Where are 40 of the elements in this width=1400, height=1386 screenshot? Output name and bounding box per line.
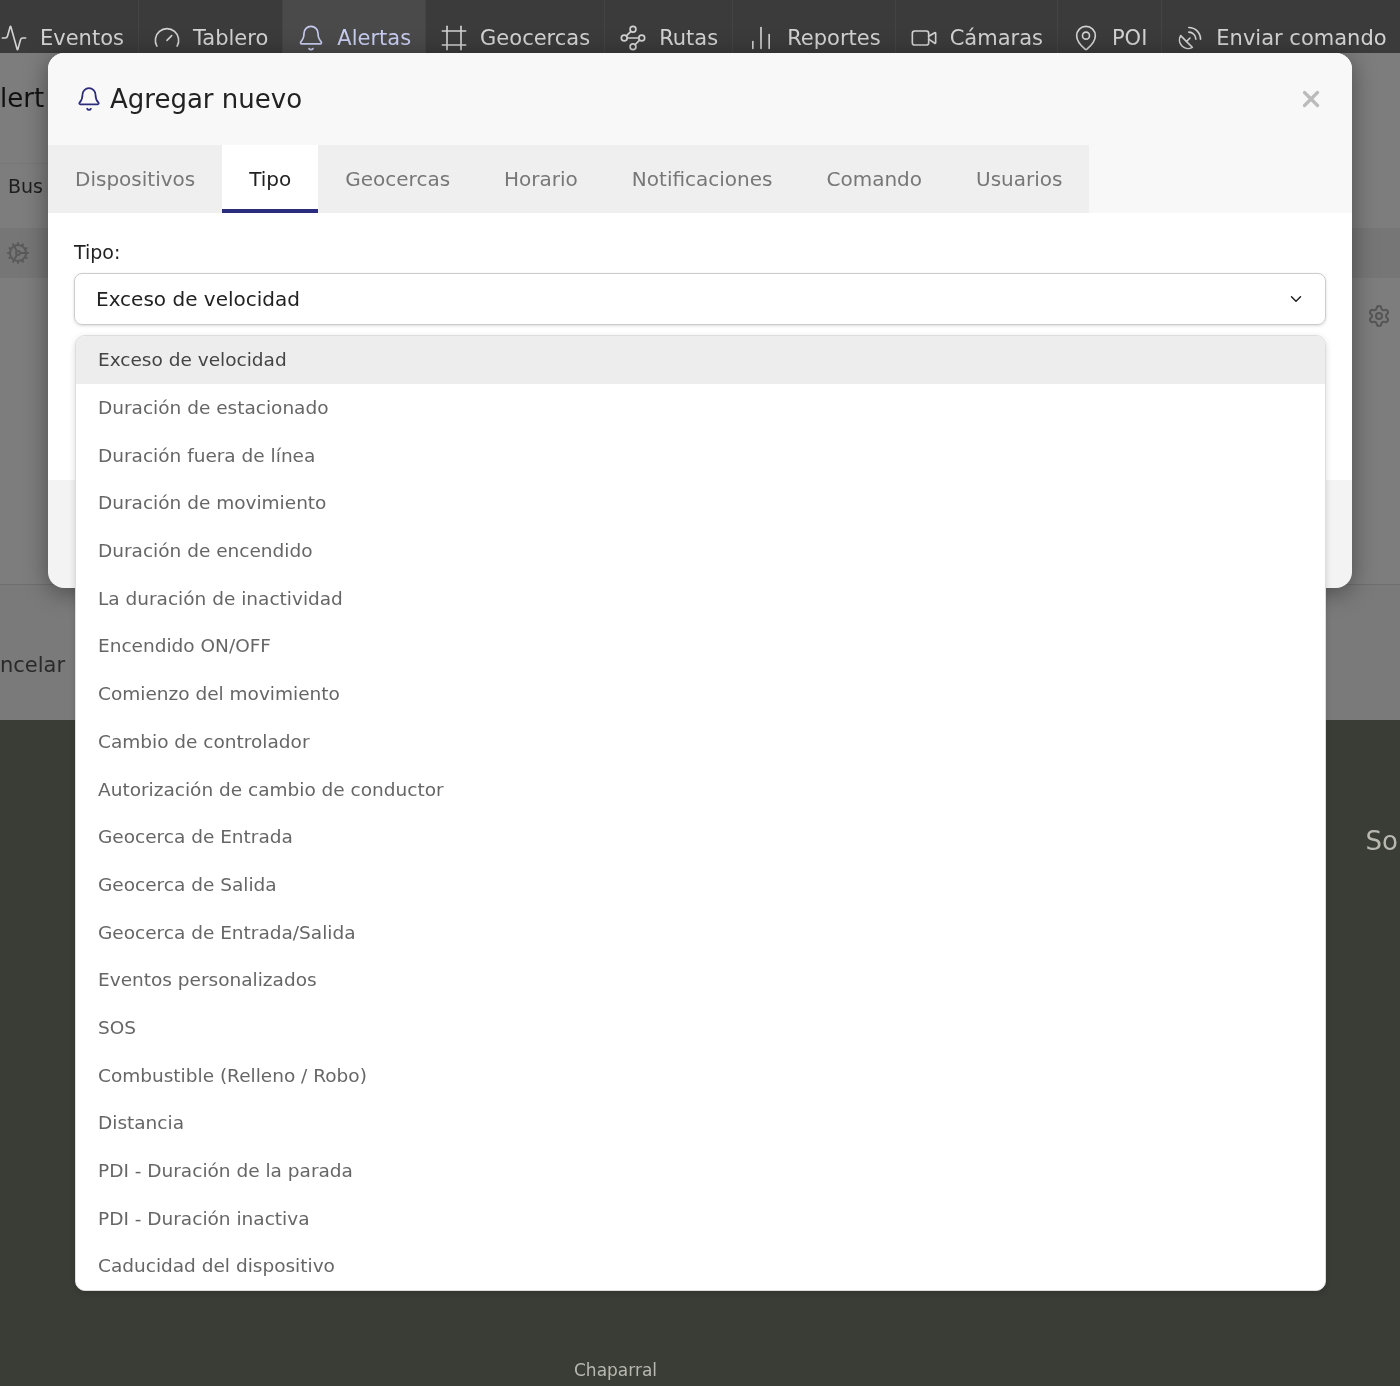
tab[interactable]: Comando xyxy=(799,145,950,213)
dropdown-option[interactable]: SOS xyxy=(76,1003,1325,1052)
dropdown-option[interactable]: Duración de encendido xyxy=(76,526,1325,575)
tab[interactable]: Horario xyxy=(477,145,605,213)
dropdown-option[interactable]: Exceso de velocidad xyxy=(76,336,1325,384)
dropdown-option[interactable]: PDI - Duración inactiva xyxy=(76,1194,1325,1243)
dropdown-option[interactable]: Combustible (Relleno / Robo) xyxy=(76,1051,1325,1099)
dropdown-option[interactable]: Comienzo del movimiento xyxy=(76,669,1325,718)
nav-icon xyxy=(619,23,648,52)
dropdown-option[interactable]: Duración fuera de línea xyxy=(76,431,1325,480)
dropdown-option[interactable]: Encendido ON/OFF xyxy=(76,622,1325,670)
nav-item[interactable]: Alertas xyxy=(283,0,427,53)
settings-icon[interactable] xyxy=(1367,304,1391,328)
nav-icon xyxy=(440,23,469,52)
dropdown-option[interactable]: PDI - Duración de la parada xyxy=(76,1146,1325,1195)
dropdown-option[interactable]: Eventos personalizados xyxy=(76,955,1325,1004)
dropdown-option[interactable]: Geocerca de Entrada xyxy=(76,812,1325,861)
dropdown-option[interactable]: Geocerca de Salida xyxy=(76,860,1325,909)
cancel-button[interactable]: ncelar xyxy=(0,653,66,677)
map-label: So xyxy=(1365,826,1398,856)
dropdown-option[interactable]: Duración de movimiento xyxy=(76,479,1325,527)
dropdown-option[interactable]: Geocerca de Entrada/Salida xyxy=(76,908,1325,956)
dropdown-option[interactable]: Distancia xyxy=(76,1099,1325,1147)
bell-icon xyxy=(76,86,102,112)
tab[interactable]: Tipo xyxy=(222,145,319,213)
page-title: lert xyxy=(0,82,46,115)
dropdown-option[interactable]: Autorización de cambio de conductor xyxy=(76,765,1325,813)
gears-icon[interactable] xyxy=(6,241,30,265)
dropdown-option[interactable]: Duración de estacionado xyxy=(76,383,1325,432)
dropdown-option[interactable]: Cambio de controlador xyxy=(76,717,1325,766)
dropdown-option[interactable]: Caducidad del dispositivo xyxy=(76,1242,1325,1290)
dropdown-option[interactable]: La duración de inactividad xyxy=(76,574,1325,623)
tab[interactable]: Usuarios xyxy=(949,145,1090,213)
map-label: Chaparral xyxy=(574,1360,658,1380)
nav-icon xyxy=(0,23,28,52)
dialog-title: Agregar nuevo xyxy=(110,84,304,114)
field-label: Tipo: xyxy=(74,241,122,263)
tab[interactable]: Notificaciones xyxy=(604,145,800,213)
tab[interactable]: Geocercas xyxy=(318,145,478,213)
type-select[interactable]: Exceso de velocidad xyxy=(74,273,1326,325)
